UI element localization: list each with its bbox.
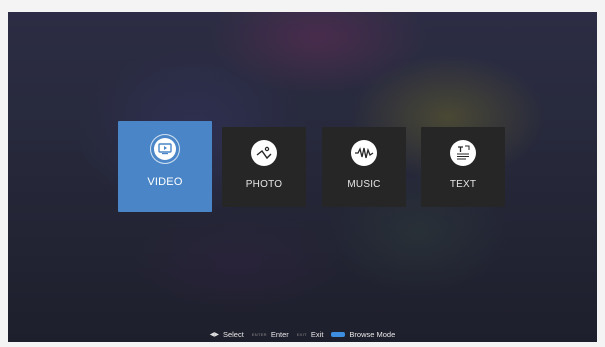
photo-landscape-icon: [251, 140, 277, 166]
menu-item-label: VIDEO: [147, 176, 183, 188]
media-type-menu: VIDEO PHOTO MUSIC TEXT: [8, 12, 597, 342]
menu-item-photo[interactable]: PHOTO: [222, 127, 306, 207]
hint-select: ◀▶ Select: [210, 330, 244, 339]
hint-browse-mode: Browse Mode: [331, 330, 395, 339]
menu-item-label: TEXT: [449, 179, 477, 190]
hint-exit: EXIT Exit: [297, 330, 324, 339]
menu-item-video[interactable]: VIDEO: [118, 121, 212, 212]
enter-key-icon: ENTER: [251, 331, 267, 337]
blue-key-icon: [331, 331, 346, 337]
hint-enter: ENTER Enter: [252, 330, 289, 339]
menu-item-label: MUSIC: [347, 179, 381, 190]
key-hints-bar: ◀▶ Select ENTER Enter EXIT Exit Browse M…: [8, 328, 597, 340]
menu-item-text[interactable]: TEXT: [421, 127, 505, 207]
video-play-icon: [154, 138, 176, 160]
hint-label: Select: [222, 329, 244, 339]
text-document-icon: [450, 140, 476, 166]
music-wave-icon: [351, 140, 377, 166]
exit-key-icon: EXIT: [296, 331, 307, 337]
menu-item-music[interactable]: MUSIC: [322, 127, 406, 207]
hint-label: Exit: [310, 329, 324, 339]
hint-label: Enter: [270, 329, 289, 339]
media-player-screen: VIDEO PHOTO MUSIC TEXT ◀▶ Select ENTER E…: [8, 12, 597, 342]
left-right-arrows-icon: ◀▶: [209, 331, 219, 338]
hint-label: Browse Mode: [349, 329, 396, 339]
menu-item-label: PHOTO: [245, 179, 283, 190]
